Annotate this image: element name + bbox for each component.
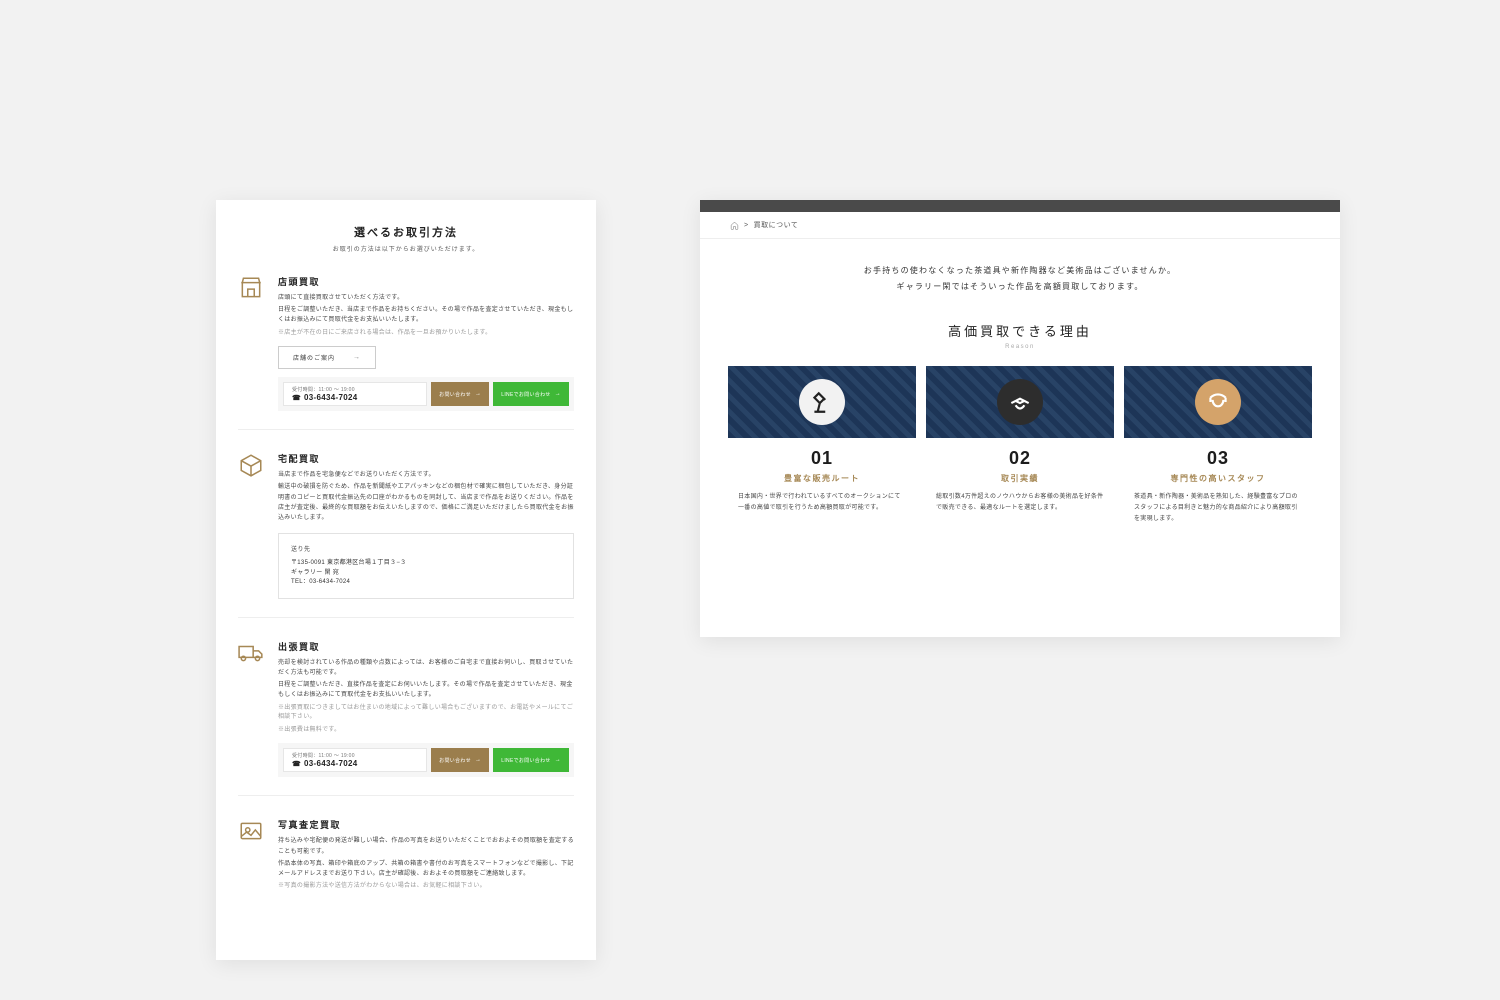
method-note: ※店主が不在の日にご来店される場合は、作品を一旦お預かりいたします。: [278, 329, 574, 339]
section-title: 高価買取できる理由: [700, 321, 1340, 340]
left-panel: 選べるお取引方法 お取引の方法は以下からお選びいただけます。 店頭買取店頭にて直…: [216, 200, 596, 960]
method-desc: 日程をご調整いただき、直接作品を査定にお伺いいたします。その場で作品を査定させて…: [278, 680, 574, 700]
reason-card-2: 02 取引実績総取引数4万件超えのノウハウからお客様の美術品を好条件で販売できる、…: [926, 366, 1114, 538]
truck-icon: [238, 640, 264, 666]
method-store: 店頭買取店頭にて直接買取させていただく方法です。日程をご調整いただき、当店まで作…: [238, 275, 574, 429]
method-note: ※出張費は無料です。: [278, 726, 574, 736]
contact-button[interactable]: お問い合わせ: [431, 748, 489, 772]
method-photo: 写真査定買取持ち込みや宅配便の発送が難しい場合、作品の写真をお送りいただくことで…: [238, 795, 574, 909]
photo-icon: [238, 818, 264, 844]
method-heading: 写真査定買取: [278, 818, 574, 831]
store-icon: [238, 275, 264, 301]
box-icon: [238, 452, 264, 478]
method-desc: 作品本体の写真、箱印や箱底のアップ、共箱の箱書や書付のお写真をスマートフォンなど…: [278, 859, 574, 879]
method-desc: 店頭にて直接買取させていただく方法です。: [278, 293, 574, 303]
method-heading: 宅配買取: [278, 452, 574, 465]
card-icon: [799, 379, 845, 425]
method-note: ※出張買取につきましてはお住まいの地域によって難しい場合もございますので、お電話…: [278, 704, 574, 723]
home-icon: [730, 221, 739, 230]
card-heading: 取引実績: [926, 473, 1114, 484]
method-desc: 持ち込みや宅配便の発送が難しい場合、作品の写真をお送りいただくことでおおよその買…: [278, 836, 574, 856]
breadcrumb-label[interactable]: 買取について: [754, 220, 799, 230]
contact-row: 受付時間：11:00 〜 19:0003-6434-7024お問い合わせLINE…: [278, 377, 574, 411]
method-desc: 当店まで作品を宅急便などでお送りいただく方法です。: [278, 470, 574, 480]
card-image: [1124, 366, 1312, 438]
line-contact-button[interactable]: LINEでお問い合わせ: [493, 382, 569, 406]
browser-chrome: [700, 200, 1340, 212]
method-note: ※写真の撮影方法や送信方法がわからない場合は、お気軽に相談下さい。: [278, 882, 574, 892]
line-contact-button[interactable]: LINEでお問い合わせ: [493, 748, 569, 772]
card-number: 03: [1124, 448, 1312, 469]
card-text: 茶道具・新作陶器・美術品を熟知した、経験豊富なプロのスタッフによる目利きと魅力的…: [1124, 484, 1312, 538]
method-desc: 日程をご調整いただき、当店まで作品をお持ちください。その場で作品を査定させていた…: [278, 305, 574, 325]
breadcrumb: > 買取について: [700, 212, 1340, 239]
phone-box[interactable]: 受付時間：11:00 〜 19:0003-6434-7024: [283, 382, 427, 406]
method-heading: 店頭買取: [278, 275, 574, 288]
method-box: 宅配買取当店まで作品を宅急便などでお送りいただく方法です。輸送中の破損を防ぐため…: [238, 429, 574, 617]
card-text: 総取引数4万件超えのノウハウからお客様の美術品を好条件で販売できる、最適なルート…: [926, 484, 1114, 528]
right-panel: > 買取について お手持ちの使わなくなった茶道具や新作陶器など美術品はございませ…: [700, 200, 1340, 637]
method-desc: 売却を検討されている作品の種類や点数によっては、お客様のご自宅まで直接お伺いし、…: [278, 658, 574, 678]
reason-card-3: 03 専門性の高いスタッフ茶道具・新作陶器・美術品を熟知した、経験豊富なプロのスタ…: [1124, 366, 1312, 538]
contact-row: 受付時間：11:00 〜 19:0003-6434-7024お問い合わせLINE…: [278, 743, 574, 777]
card-icon: [1195, 379, 1241, 425]
methods-subtitle: お取引の方法は以下からお選びいただけます。: [238, 244, 574, 253]
methods-title: 選べるお取引方法: [238, 224, 574, 240]
reason-card-1: 01 豊富な販売ルート日本国内・世界で行われているすべてのオークションにて一番の高…: [728, 366, 916, 538]
card-text: 日本国内・世界で行われているすべてのオークションにて一番の高値で取引を行うため高…: [728, 484, 916, 528]
method-heading: 出張買取: [278, 640, 574, 653]
contact-button[interactable]: お問い合わせ: [431, 382, 489, 406]
card-icon: [997, 379, 1043, 425]
card-heading: 豊富な販売ルート: [728, 473, 916, 484]
reason-cards: 01 豊富な販売ルート日本国内・世界で行われているすべてのオークションにて一番の高…: [700, 350, 1340, 562]
card-number: 01: [728, 448, 916, 469]
address-box: 送り先〒135-0091 東京都港区台場１丁目３−３ギャラリー 閑 宛TEL：0…: [278, 533, 574, 599]
card-heading: 専門性の高いスタッフ: [1124, 473, 1312, 484]
method-truck: 出張買取売却を検討されている作品の種類や点数によっては、お客様のご自宅まで直接お…: [238, 617, 574, 796]
card-number: 02: [926, 448, 1114, 469]
phone-box[interactable]: 受付時間：11:00 〜 19:0003-6434-7024: [283, 748, 427, 772]
card-image: [926, 366, 1114, 438]
card-image: [728, 366, 916, 438]
method-desc: 輸送中の破損を防ぐため、作品を新聞紙やエアパッキンなどの梱包材で確実に梱包してい…: [278, 482, 574, 523]
intro-text: お手持ちの使わなくなった茶道具や新作陶器など美術品はございませんか。 ギャラリー…: [700, 239, 1340, 315]
store-info-button[interactable]: 店舗のご案内: [278, 346, 376, 369]
